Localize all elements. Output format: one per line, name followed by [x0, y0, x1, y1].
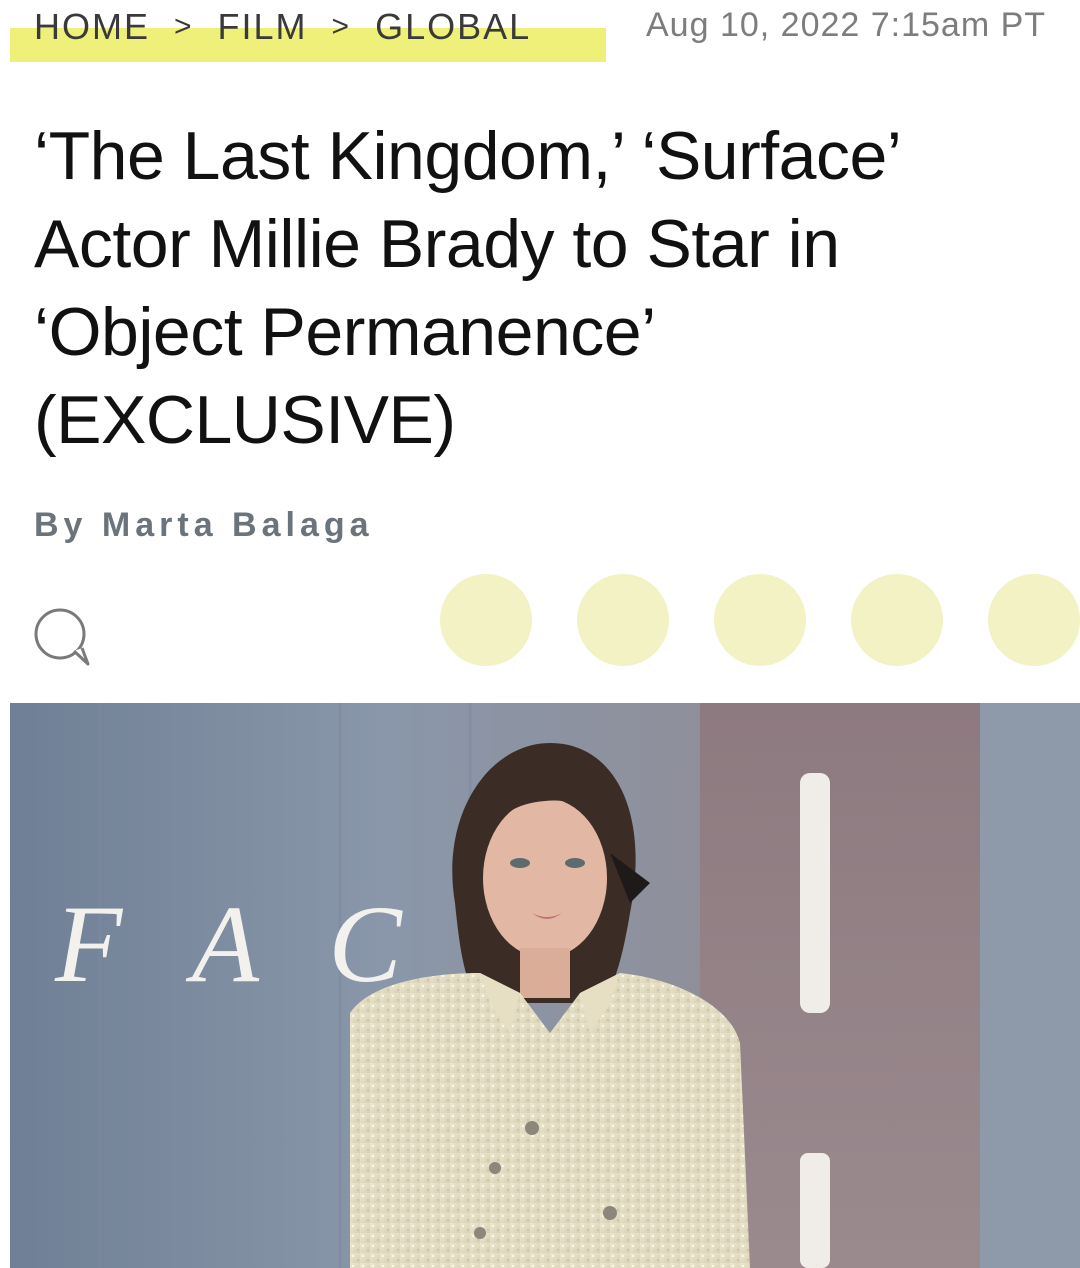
- author-byline[interactable]: By Marta Balaga: [34, 506, 374, 545]
- comment-button[interactable]: [30, 604, 94, 668]
- hero-image: F A C: [10, 703, 1080, 1268]
- comment-bubble-icon: [34, 608, 90, 666]
- share-button-4[interactable]: [851, 574, 943, 666]
- headline-line: (EXCLUSIVE): [34, 382, 456, 458]
- backdrop-letters: F A C: [54, 883, 424, 1005]
- breadcrumb-global[interactable]: GLOBAL: [375, 6, 531, 48]
- breadcrumb-home[interactable]: HOME: [34, 6, 150, 48]
- share-button-5[interactable]: [988, 574, 1080, 666]
- share-button-1[interactable]: [440, 574, 532, 666]
- share-button-3[interactable]: [714, 574, 806, 666]
- headline-line: ‘Object Permanence’: [34, 294, 656, 370]
- breadcrumb-separator: >: [331, 10, 352, 43]
- breadcrumb-film[interactable]: FILM: [218, 6, 308, 48]
- publish-date: Aug 10, 2022 7:15am PT: [646, 6, 1047, 44]
- backdrop-text: F A C: [54, 883, 424, 1005]
- article-headline: ‘The Last Kingdom,’ ‘Surface’ Actor Mill…: [34, 112, 1074, 464]
- breadcrumb-separator: >: [174, 10, 194, 43]
- share-button-2[interactable]: [577, 574, 669, 666]
- headline-line: ‘The Last Kingdom,’ ‘Surface’: [34, 118, 902, 194]
- breadcrumb: HOME > FILM > GLOBAL: [34, 6, 531, 48]
- headline-line: Actor Millie Brady to Star in: [34, 206, 840, 282]
- share-buttons: [440, 574, 1080, 666]
- breadcrumb-bar: HOME > FILM > GLOBAL Aug 10, 2022 7:15am…: [10, 0, 1080, 64]
